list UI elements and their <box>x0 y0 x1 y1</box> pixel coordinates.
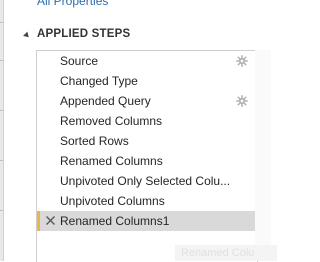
all-properties-link[interactable]: All Properties <box>37 0 108 8</box>
step-label: Renamed Columns <box>60 154 163 168</box>
step-sorted-rows[interactable]: Sorted Rows <box>37 131 257 151</box>
applied-steps-header[interactable]: APPLIED STEPS <box>23 28 131 40</box>
left-pane-tick <box>0 22 3 23</box>
applied-steps-list: Source Changed Type Appended Query Remov… <box>36 50 258 262</box>
step-unpivoted-columns[interactable]: Unpivoted Columns <box>37 191 257 211</box>
steps-scrollbar[interactable] <box>255 50 271 261</box>
step-appended-query[interactable]: Appended Query <box>37 91 257 111</box>
selected-step-marker <box>37 211 40 231</box>
drag-ghost-label: Renamed Colu <box>175 245 277 261</box>
step-removed-columns[interactable]: Removed Columns <box>37 111 257 131</box>
step-source[interactable]: Source <box>37 51 257 71</box>
step-label: Changed Type <box>60 74 138 88</box>
step-label: Renamed Columns1 <box>60 214 170 228</box>
collapse-triangle-icon[interactable] <box>23 31 31 39</box>
left-pane-tick <box>0 160 3 161</box>
gear-icon[interactable] <box>236 55 248 67</box>
step-label: Source <box>60 54 99 68</box>
gear-icon[interactable] <box>236 95 248 107</box>
step-label: Unpivoted Only Selected Colu... <box>60 174 231 188</box>
step-unpivoted-only-selected-columns[interactable]: Unpivoted Only Selected Colu... <box>37 171 257 191</box>
step-label: Unpivoted Columns <box>60 194 165 208</box>
left-pane-tick <box>0 110 3 111</box>
step-changed-type[interactable]: Changed Type <box>37 71 257 91</box>
left-pane-border <box>0 0 4 261</box>
left-pane-tick <box>0 210 3 211</box>
step-renamed-columns[interactable]: Renamed Columns <box>37 151 257 171</box>
step-renamed-columns1[interactable]: Renamed Columns1 <box>37 211 257 231</box>
close-icon[interactable] <box>45 215 56 226</box>
left-pane-tick <box>0 60 3 61</box>
step-label: Appended Query <box>60 94 151 108</box>
applied-steps-title: APPLIED STEPS <box>37 28 131 40</box>
step-label: Sorted Rows <box>60 134 129 148</box>
step-label: Removed Columns <box>60 114 163 128</box>
